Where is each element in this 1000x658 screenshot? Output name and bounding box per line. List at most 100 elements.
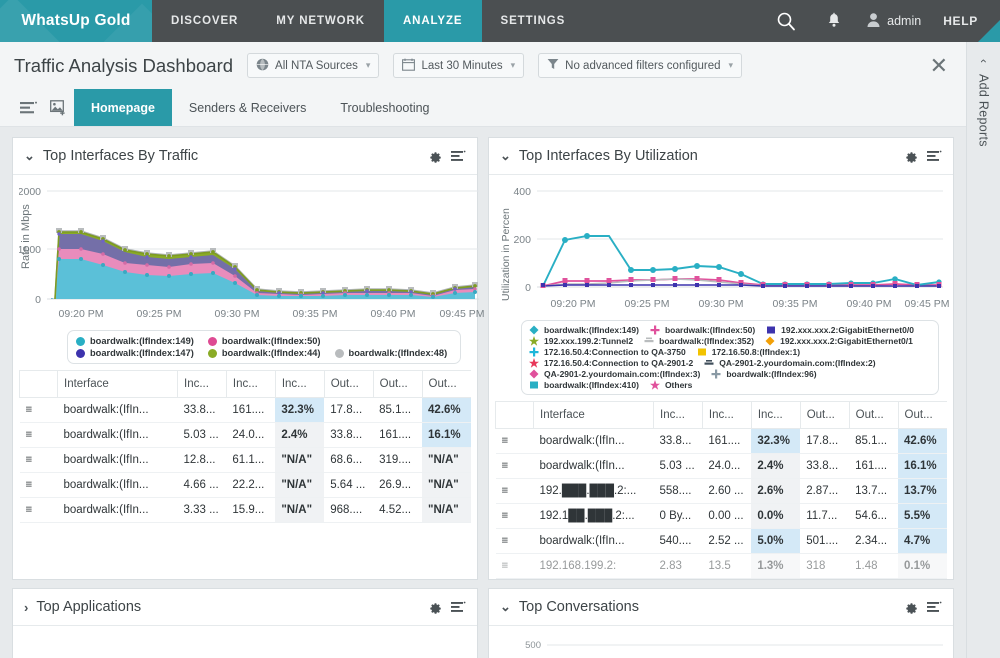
legend-swatch: [76, 349, 85, 358]
row-menu-icon[interactable]: ≡: [496, 479, 534, 504]
th-in-3[interactable]: Inc...: [275, 371, 324, 398]
legend-item[interactable]: 172.16.50.8:(IfIndex:1): [697, 347, 800, 357]
th-in-1[interactable]: Inc...: [178, 371, 227, 398]
legend-label: boardwalk:(IfIndex:48): [349, 348, 448, 358]
gear-icon[interactable]: [428, 149, 442, 163]
legend-item[interactable]: 192.xxx.199.2:Tunnel2: [529, 336, 633, 346]
filter-nta-sources[interactable]: All NTA Sources ▾: [247, 53, 379, 78]
add-image-icon[interactable]: [44, 89, 74, 126]
panel-menu-icon[interactable]: [451, 150, 466, 162]
panel-menu-icon[interactable]: [927, 150, 942, 162]
legend-item[interactable]: boardwalk:(IfIndex:96): [711, 369, 816, 379]
th-menu[interactable]: [20, 371, 58, 398]
panel-menu-icon[interactable]: [927, 601, 942, 613]
add-reports-label[interactable]: Add Reports: [977, 74, 991, 147]
panel-title: Top Interfaces By Utilization: [519, 148, 698, 164]
nav-item-analyze[interactable]: ANALYZE: [384, 0, 482, 42]
table-row[interactable]: ≡ boardwalk:(IfIn... 5.03 ... 24.0... 2.…: [496, 454, 948, 479]
panel-menu-icon[interactable]: [451, 601, 466, 613]
list-options-icon[interactable]: [14, 89, 44, 126]
legend-item[interactable]: 172.16.50.4:Connection to QA-2901-2: [529, 358, 693, 368]
legend-item[interactable]: boardwalk:(IfIndex:149): [529, 325, 639, 335]
legend-item[interactable]: Others: [650, 380, 692, 390]
chevron-left-icon[interactable]: ‹: [977, 59, 991, 63]
tab-senders-receivers[interactable]: Senders & Receivers: [172, 89, 323, 126]
row-menu-icon[interactable]: ≡: [20, 398, 58, 423]
legend-item[interactable]: 172.16.50.4:Connection to QA-3750: [529, 347, 686, 357]
table-row[interactable]: ≡ boardwalk:(IfIn... 540.... 2.52 ... 5.…: [496, 529, 948, 554]
table-row[interactable]: ≡ boardwalk:(IfIn... 3.33 ... 15.9... "N…: [20, 498, 472, 523]
gear-icon[interactable]: [904, 149, 918, 163]
cell-out-rate: 161....: [849, 454, 898, 479]
cell-in-rate: 15.9...: [226, 498, 275, 523]
row-menu-icon[interactable]: ≡: [496, 429, 534, 454]
app-logo[interactable]: WhatsUp Gold: [0, 0, 152, 42]
legend-item[interactable]: QA-2901-2.yourdomain.com:(IfIndex:3): [529, 369, 700, 379]
row-menu-icon[interactable]: ≡: [20, 423, 58, 448]
search-icon[interactable]: [762, 11, 810, 31]
th-in-1[interactable]: Inc...: [654, 402, 703, 429]
chevron-down-icon[interactable]: ⌄: [500, 148, 511, 164]
table-row[interactable]: ≡ boardwalk:(IfIn... 33.8... 161.... 32.…: [496, 429, 948, 454]
legend-item[interactable]: boardwalk:(IfIndex:44): [208, 348, 321, 358]
table-row[interactable]: ≡ boardwalk:(IfIn... 4.66 ... 22.2... "N…: [20, 473, 472, 498]
legend-label: Others: [665, 380, 692, 390]
th-out-2[interactable]: Out...: [849, 402, 898, 429]
table-row[interactable]: ≡ 192.168.199.2: 2.83 13.5 1.3% 318 1.48…: [496, 554, 948, 579]
close-icon[interactable]: ✕: [926, 55, 952, 77]
bell-icon[interactable]: [810, 12, 858, 30]
legend-item[interactable]: boardwalk:(IfIndex:352): [644, 336, 754, 346]
page-header: Traffic Analysis Dashboard All NTA Sourc…: [0, 42, 966, 89]
legend-item[interactable]: boardwalk:(IfIndex:48): [335, 348, 448, 358]
filter-time-range[interactable]: Last 30 Minutes ▾: [393, 53, 524, 78]
nav-item-my-network[interactable]: MY NETWORK: [257, 0, 384, 42]
filter-advanced[interactable]: No advanced filters configured ▾: [538, 53, 742, 78]
panel-title: Top Interfaces By Traffic: [43, 148, 198, 164]
chevron-down-icon[interactable]: ⌄: [500, 599, 511, 615]
th-out-1[interactable]: Out...: [800, 402, 849, 429]
user-menu[interactable]: admin: [858, 12, 943, 31]
table-row[interactable]: ≡ 192.███.███.2:... 558.... 2.60 ... 2.6…: [496, 479, 948, 504]
legend-item[interactable]: 192.xxx.xxx.2:GigabitEthernet0/1: [765, 336, 913, 346]
th-interface[interactable]: Interface: [58, 371, 178, 398]
brand-text: WhatsUp Gold: [21, 12, 130, 30]
row-menu-icon[interactable]: ≡: [20, 473, 58, 498]
nav-item-discover[interactable]: DISCOVER: [152, 0, 257, 42]
th-interface[interactable]: Interface: [534, 402, 654, 429]
th-out-1[interactable]: Out...: [324, 371, 373, 398]
row-menu-icon[interactable]: ≡: [496, 504, 534, 529]
th-out-3[interactable]: Out...: [422, 371, 471, 398]
tab-homepage[interactable]: Homepage: [74, 89, 172, 126]
table-row[interactable]: ≡ boardwalk:(IfIn... 5.03 ... 24.0... 2.…: [20, 423, 472, 448]
th-in-2[interactable]: Inc...: [226, 371, 275, 398]
th-out-2[interactable]: Out...: [373, 371, 422, 398]
legend-item[interactable]: boardwalk:(IfIndex:410): [529, 380, 639, 390]
row-menu-icon[interactable]: ≡: [496, 454, 534, 479]
nav-item-settings[interactable]: SETTINGS: [482, 0, 585, 42]
row-menu-icon[interactable]: ≡: [496, 554, 534, 579]
th-in-3[interactable]: Inc...: [751, 402, 800, 429]
table-row[interactable]: ≡ boardwalk:(IfIn... 33.8... 161.... 32.…: [20, 398, 472, 423]
gear-icon[interactable]: [904, 600, 918, 614]
row-menu-icon[interactable]: ≡: [20, 448, 58, 473]
legend-item[interactable]: boardwalk:(IfIndex:50): [208, 336, 321, 346]
legend-item[interactable]: QA-2901-2.yourdomain.com:(IfIndex:2): [704, 358, 875, 368]
legend-item[interactable]: 192.xxx.xxx.2:GigabitEthernet0/0: [766, 325, 914, 335]
legend-swatch: [711, 369, 721, 379]
legend-item[interactable]: boardwalk:(IfIndex:50): [650, 325, 755, 335]
row-menu-icon[interactable]: ≡: [496, 529, 534, 554]
chevron-down-icon[interactable]: ⌄: [24, 148, 35, 164]
table-row[interactable]: ≡ 192.1██.███.2:... 0 By... 0.00 ... 0.0…: [496, 504, 948, 529]
row-menu-icon[interactable]: ≡: [20, 498, 58, 523]
gear-icon[interactable]: [428, 600, 442, 614]
th-menu[interactable]: [496, 402, 534, 429]
legend-label: 192.xxx.199.2:Tunnel2: [544, 336, 633, 346]
tab-troubleshooting[interactable]: Troubleshooting: [323, 89, 446, 126]
table-row[interactable]: ≡ boardwalk:(IfIn... 12.8... 61.1... "N/…: [20, 448, 472, 473]
th-in-2[interactable]: Inc...: [702, 402, 751, 429]
th-out-3[interactable]: Out...: [898, 402, 947, 429]
legend-item[interactable]: boardwalk:(IfIndex:147): [76, 348, 194, 358]
legend-item[interactable]: boardwalk:(IfIndex:149): [76, 336, 194, 346]
legend-swatch: [208, 349, 217, 358]
chevron-right-icon[interactable]: ›: [24, 600, 28, 615]
